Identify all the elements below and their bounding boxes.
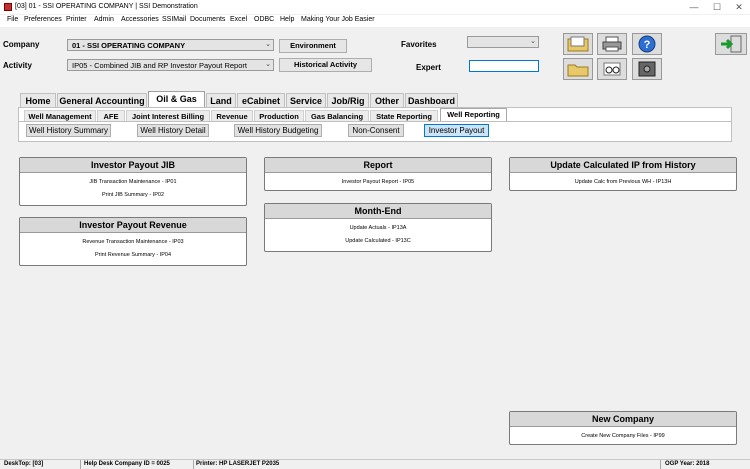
link-revenue-transaction-maintenance[interactable]: Revenue Transaction Maintenance - IP03	[20, 239, 246, 245]
tab-other[interactable]: Other	[370, 93, 404, 107]
panel-title: Update Calculated IP from History	[510, 158, 736, 173]
link-investor-payout-report[interactable]: Investor Payout Report - IP05	[265, 179, 491, 185]
tab-oil-gas[interactable]: Oil & Gas	[148, 91, 205, 107]
subtab-afe[interactable]: AFE	[97, 110, 125, 121]
expert-input[interactable]	[469, 60, 539, 72]
investor-payout-button[interactable]: Investor Payout	[424, 124, 489, 137]
panel-update-calculated-ip: Update Calculated IP from History Update…	[509, 157, 737, 191]
panel-title: Investor Payout JIB	[20, 158, 246, 173]
menu-preferences[interactable]: Preferences	[24, 16, 62, 23]
expert-label: Expert	[416, 63, 441, 72]
divider	[660, 460, 661, 469]
link-print-jib-summary[interactable]: Print JIB Summary - IP02	[20, 192, 246, 198]
app-icon	[4, 3, 12, 11]
tab-general-accounting[interactable]: General Accounting	[57, 93, 147, 107]
menu-help[interactable]: Help	[280, 16, 294, 23]
divider	[80, 460, 81, 469]
panel-investor-payout-jib: Investor Payout JIB JIB Transaction Main…	[19, 157, 247, 206]
menu-file[interactable]: File	[7, 16, 18, 23]
status-desktop: DeskTop: [03]	[4, 461, 44, 467]
subtab-well-reporting[interactable]: Well Reporting	[440, 108, 507, 121]
status-ogp-year: OGP Year: 2018	[665, 461, 710, 467]
close-button[interactable]: ✕	[729, 1, 749, 13]
environment-button[interactable]: Environment	[279, 39, 347, 53]
menu-making-your-job-easier[interactable]: Making Your Job Easier	[301, 16, 375, 23]
panel-investor-payout-revenue: Investor Payout Revenue Revenue Transact…	[19, 217, 247, 266]
status-bar: DeskTop: [03] Help Desk Company ID = 002…	[0, 459, 750, 469]
title-bar: [03] 01 - SSI OPERATING COMPANY | SSI De…	[0, 0, 750, 14]
printer-icon[interactable]	[597, 33, 627, 55]
link-update-calculated[interactable]: Update Calculated - IP13C	[265, 238, 491, 244]
company-label: Company	[3, 40, 40, 49]
activity-label: Activity	[3, 61, 32, 70]
help-icon[interactable]: ?	[632, 33, 662, 55]
panel-title: Investor Payout Revenue	[20, 218, 246, 233]
company-select[interactable]: 01 - SSI OPERATING COMPANY ⌄	[67, 39, 274, 51]
panel-title: Report	[265, 158, 491, 173]
glasses-icon[interactable]	[597, 58, 627, 80]
subtab-well-management[interactable]: Well Management	[24, 110, 96, 121]
minimize-button[interactable]: —	[684, 1, 704, 13]
divider	[18, 121, 732, 122]
menu-admin[interactable]: Admin	[94, 16, 114, 23]
menu-bar: File Preferences Printer Admin Accessori…	[0, 15, 750, 27]
tab-land[interactable]: Land	[206, 93, 236, 107]
non-consent-button[interactable]: Non-Consent	[348, 124, 404, 137]
activity-select[interactable]: IP05 - Combined JIB and RP Investor Payo…	[67, 59, 274, 71]
link-create-new-company-files[interactable]: Create New Company Files - IP99	[510, 433, 736, 439]
tab-ecabinet[interactable]: eCabinet	[237, 93, 285, 107]
link-update-actuals[interactable]: Update Actuals - IP13A	[265, 225, 491, 231]
tab-job-rig[interactable]: Job/Rig	[327, 93, 369, 107]
well-history-budgeting-button[interactable]: Well History Budgeting	[234, 124, 322, 137]
subtab-revenue[interactable]: Revenue	[211, 110, 253, 121]
favorites-label: Favorites	[401, 40, 437, 49]
chevron-down-icon: ⌄	[530, 38, 536, 45]
chevron-down-icon: ⌄	[265, 41, 271, 48]
subtab-gas-balancing[interactable]: Gas Balancing	[305, 110, 369, 121]
well-history-summary-button[interactable]: Well History Summary	[26, 124, 111, 137]
exit-icon[interactable]	[715, 33, 747, 55]
link-print-revenue-summary[interactable]: Print Revenue Summary - IP04	[20, 252, 246, 258]
divider	[193, 460, 194, 469]
chevron-down-icon: ⌄	[265, 61, 271, 68]
safe-icon[interactable]	[632, 58, 662, 80]
menu-printer[interactable]: Printer	[66, 16, 87, 23]
status-printer: Printer: HP LASERJET P2035	[196, 461, 280, 467]
menu-ssimail[interactable]: SSIMail	[162, 16, 186, 23]
panel-report: Report Investor Payout Report - IP05	[264, 157, 492, 191]
maximize-button[interactable]: ☐	[707, 1, 727, 13]
link-jib-transaction-maintenance[interactable]: JIB Transaction Maintenance - IP01	[20, 179, 246, 185]
menu-accessories[interactable]: Accessories	[121, 16, 159, 23]
tab-service[interactable]: Service	[286, 93, 326, 107]
subtab-joint-interest-billing[interactable]: Joint Interest Billing	[126, 110, 210, 121]
subtab-production[interactable]: Production	[254, 110, 304, 121]
tab-dashboard[interactable]: Dashboard	[405, 93, 458, 107]
link-update-calc-previous-wh[interactable]: Update Calc from Previous WH - IP13H	[510, 179, 736, 185]
panel-new-company: New Company Create New Company Files - I…	[509, 411, 737, 445]
menu-documents[interactable]: Documents	[190, 16, 225, 23]
tab-home[interactable]: Home	[20, 93, 56, 107]
subtab-state-reporting[interactable]: State Reporting	[370, 110, 438, 121]
status-helpdesk: Help Desk Company ID = 0025	[84, 461, 170, 467]
panel-title: New Company	[510, 412, 736, 427]
company-value: 01 - SSI OPERATING COMPANY	[72, 41, 186, 50]
window-title: [03] 01 - SSI OPERATING COMPANY | SSI De…	[15, 3, 198, 10]
activity-value: IP05 - Combined JIB and RP Investor Payo…	[72, 61, 247, 70]
historical-activity-button[interactable]: Historical Activity	[279, 58, 372, 72]
menu-odbc[interactable]: ODBC	[254, 16, 274, 23]
svg-text:?: ?	[644, 39, 651, 51]
folder-icon[interactable]	[563, 58, 593, 80]
panel-title: Month-End	[265, 204, 491, 219]
menu-excel[interactable]: Excel	[230, 16, 247, 23]
document-folder-icon[interactable]	[563, 33, 593, 55]
favorites-select[interactable]: ⌄	[467, 36, 539, 48]
well-history-detail-button[interactable]: Well History Detail	[137, 124, 209, 137]
panel-month-end: Month-End Update Actuals - IP13A Update …	[264, 203, 492, 252]
